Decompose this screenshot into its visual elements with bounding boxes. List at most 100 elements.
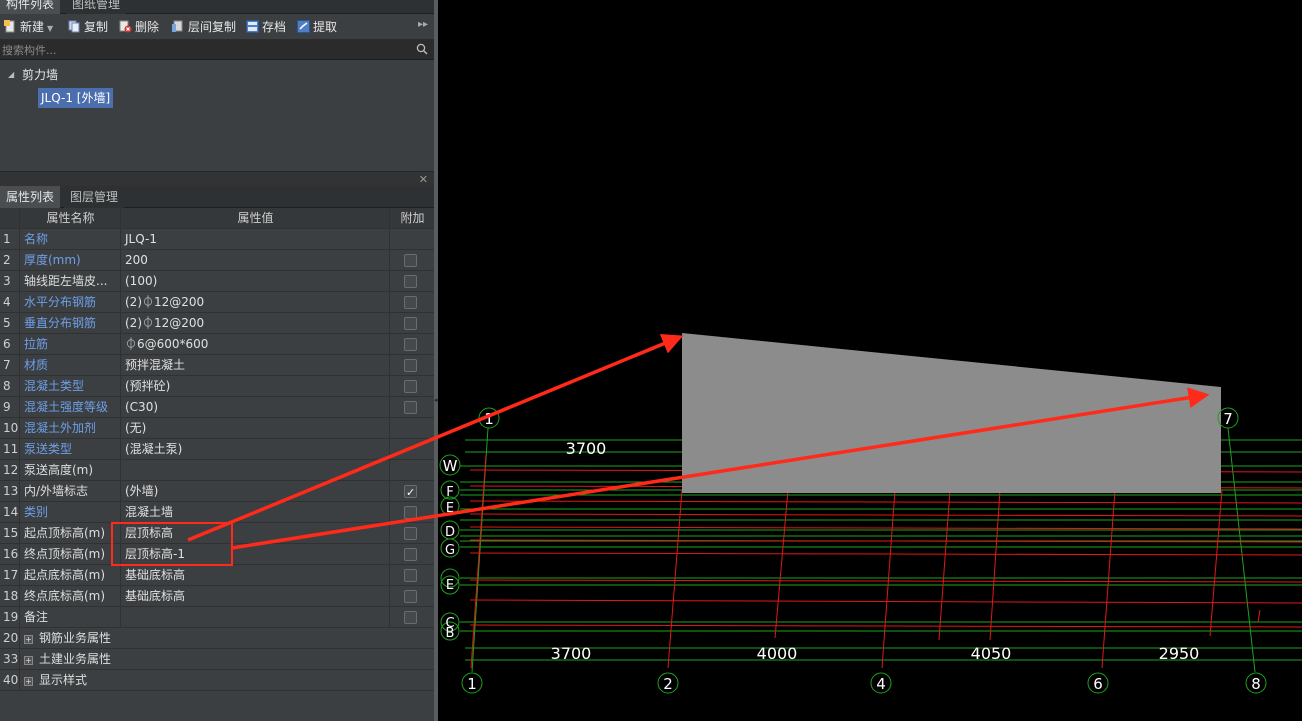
property-value[interactable]: JLQ-1: [122, 229, 390, 249]
component-tree: ◢ 剪力墙 JLQ-1 [外墙]: [0, 61, 434, 169]
tree-node-shear-wall[interactable]: 剪力墙: [22, 66, 58, 83]
property-value[interactable]: 基础底标高: [122, 586, 390, 606]
property-name: 混凝土外加剂: [21, 418, 121, 438]
row-number: 11: [0, 439, 20, 459]
property-row[interactable]: 12 泵送高度(m): [0, 460, 434, 481]
property-value[interactable]: (外墙): [122, 481, 390, 501]
property-row[interactable]: 9 混凝土强度等级 (C30): [0, 397, 434, 418]
search-icon[interactable]: [416, 43, 428, 55]
copy-icon: [68, 20, 80, 33]
property-row[interactable]: 19 备注: [0, 607, 434, 628]
property-value[interactable]: (混凝土泵): [122, 439, 390, 459]
property-value[interactable]: ⏀6@600*600: [122, 334, 390, 354]
cad-viewport[interactable]: 1 7 1 2 4 6 8 W F E D G E C B 3700 3700 …: [438, 0, 1302, 721]
property-value[interactable]: (预拌砼): [122, 376, 390, 396]
property-row[interactable]: 3 轴线距左墙皮... (100): [0, 271, 434, 292]
archive-button[interactable]: 存档: [246, 18, 286, 36]
component-search: [0, 40, 434, 60]
attach-checkbox-checked[interactable]: [404, 483, 417, 501]
delete-icon: [119, 20, 132, 33]
close-icon[interactable]: ✕: [419, 173, 428, 186]
attach-checkbox[interactable]: [404, 569, 417, 582]
row-number: 2: [0, 250, 20, 270]
property-row[interactable]: 20 + 钢筋业务属性: [0, 628, 434, 649]
property-row[interactable]: 13 内/外墙标志 (外墙): [0, 481, 434, 502]
attach-checkbox[interactable]: [404, 317, 417, 330]
attach-checkbox[interactable]: [404, 296, 417, 309]
property-value[interactable]: 混凝土墙: [122, 502, 390, 522]
attach-checkbox[interactable]: [404, 359, 417, 372]
property-row[interactable]: 4 水平分布钢筋 (2)⏀12@200: [0, 292, 434, 313]
property-group-label[interactable]: + 显示样式: [21, 670, 381, 690]
property-value[interactable]: (2)⏀12@200: [122, 313, 390, 333]
copy-button[interactable]: 复制: [68, 18, 108, 36]
archive-icon: [246, 20, 259, 33]
attach-checkbox[interactable]: [404, 254, 417, 267]
expand-plus-icon[interactable]: +: [24, 635, 33, 644]
axis-label-bottom-2: 2: [663, 675, 673, 693]
attach-checkbox[interactable]: [404, 506, 417, 519]
property-row[interactable]: 33 + 土建业务属性: [0, 649, 434, 670]
attach-checkbox[interactable]: [404, 401, 417, 414]
property-name: 厚度(mm): [21, 250, 121, 270]
property-row[interactable]: 40 + 显示样式: [0, 670, 434, 691]
property-row[interactable]: 11 泵送类型 (混凝土泵): [0, 439, 434, 460]
tab-drawing-management[interactable]: 图纸管理: [66, 0, 127, 14]
row-number: 6: [0, 334, 20, 354]
property-value[interactable]: (C30): [122, 397, 390, 417]
new-button[interactable]: 新建 ▼: [4, 18, 53, 36]
property-row[interactable]: 5 垂直分布钢筋 (2)⏀12@200: [0, 313, 434, 334]
property-value[interactable]: [122, 607, 390, 627]
tab-property-list[interactable]: 属性列表: [0, 186, 61, 208]
property-group-label[interactable]: + 土建业务属性: [21, 649, 381, 669]
chevron-down-icon[interactable]: ▼: [47, 24, 53, 33]
attach-checkbox[interactable]: [404, 275, 417, 288]
attach-checkbox[interactable]: [404, 548, 417, 561]
property-row[interactable]: 2 厚度(mm) 200: [0, 250, 434, 271]
property-attach-cell: [391, 292, 434, 312]
attach-checkbox[interactable]: [404, 611, 417, 624]
property-value[interactable]: 200: [122, 250, 390, 270]
new-icon: [4, 20, 15, 33]
dimension-bottom-4050: 4050: [971, 644, 1012, 663]
floor-copy-button[interactable]: 层间复制: [172, 18, 236, 36]
property-value[interactable]: 预拌混凝土: [122, 355, 390, 375]
expand-plus-icon[interactable]: +: [24, 677, 33, 686]
panel-splitter[interactable]: ✕: [0, 171, 434, 186]
property-row[interactable]: 1 名称 JLQ-1: [0, 229, 434, 250]
property-value[interactable]: (100): [122, 271, 390, 291]
property-row[interactable]: 18 终点底标高(m) 基础底标高: [0, 586, 434, 607]
tab-layer-management[interactable]: 图层管理: [64, 186, 125, 208]
property-row[interactable]: 10 混凝土外加剂 (无): [0, 418, 434, 439]
tab-component-list[interactable]: 构件列表: [0, 0, 61, 14]
property-name: 终点底标高(m): [21, 586, 121, 606]
tree-node-jlq-1[interactable]: JLQ-1 [外墙]: [38, 88, 114, 108]
axis-label-bottom-4: 4: [876, 675, 886, 693]
property-value[interactable]: [122, 460, 390, 480]
property-row[interactable]: 7 材质 预拌混凝土: [0, 355, 434, 376]
property-name: 终点顶标高(m): [21, 544, 121, 564]
dimension-bottom-2950: 2950: [1159, 644, 1200, 663]
search-input[interactable]: [0, 40, 410, 60]
tree-expand-icon[interactable]: ◢: [8, 70, 14, 79]
attach-checkbox[interactable]: [404, 590, 417, 603]
property-name: 拉筋: [21, 334, 121, 354]
property-group-label[interactable]: + 钢筋业务属性: [21, 628, 381, 648]
dimension-top-3700: 3700: [566, 439, 607, 458]
extract-button[interactable]: 提取: [297, 18, 337, 36]
property-value[interactable]: 基础底标高: [122, 565, 390, 585]
property-row[interactable]: 17 起点底标高(m) 基础底标高: [0, 565, 434, 586]
property-attach-cell: [391, 565, 434, 585]
expand-plus-icon[interactable]: +: [24, 656, 33, 665]
row-number: 8: [0, 376, 20, 396]
property-row[interactable]: 6 拉筋 ⏀6@600*600: [0, 334, 434, 355]
delete-button[interactable]: 删除: [119, 18, 159, 36]
attach-checkbox[interactable]: [404, 527, 417, 540]
property-row[interactable]: 8 混凝土类型 (预拌砼): [0, 376, 434, 397]
property-value[interactable]: (无): [122, 418, 390, 438]
property-row[interactable]: 14 类别 混凝土墙: [0, 502, 434, 523]
attach-checkbox[interactable]: [404, 338, 417, 351]
property-value[interactable]: (2)⏀12@200: [122, 292, 390, 312]
overflow-chevron-icon[interactable]: ▸▸: [418, 19, 428, 30]
attach-checkbox[interactable]: [404, 380, 417, 393]
